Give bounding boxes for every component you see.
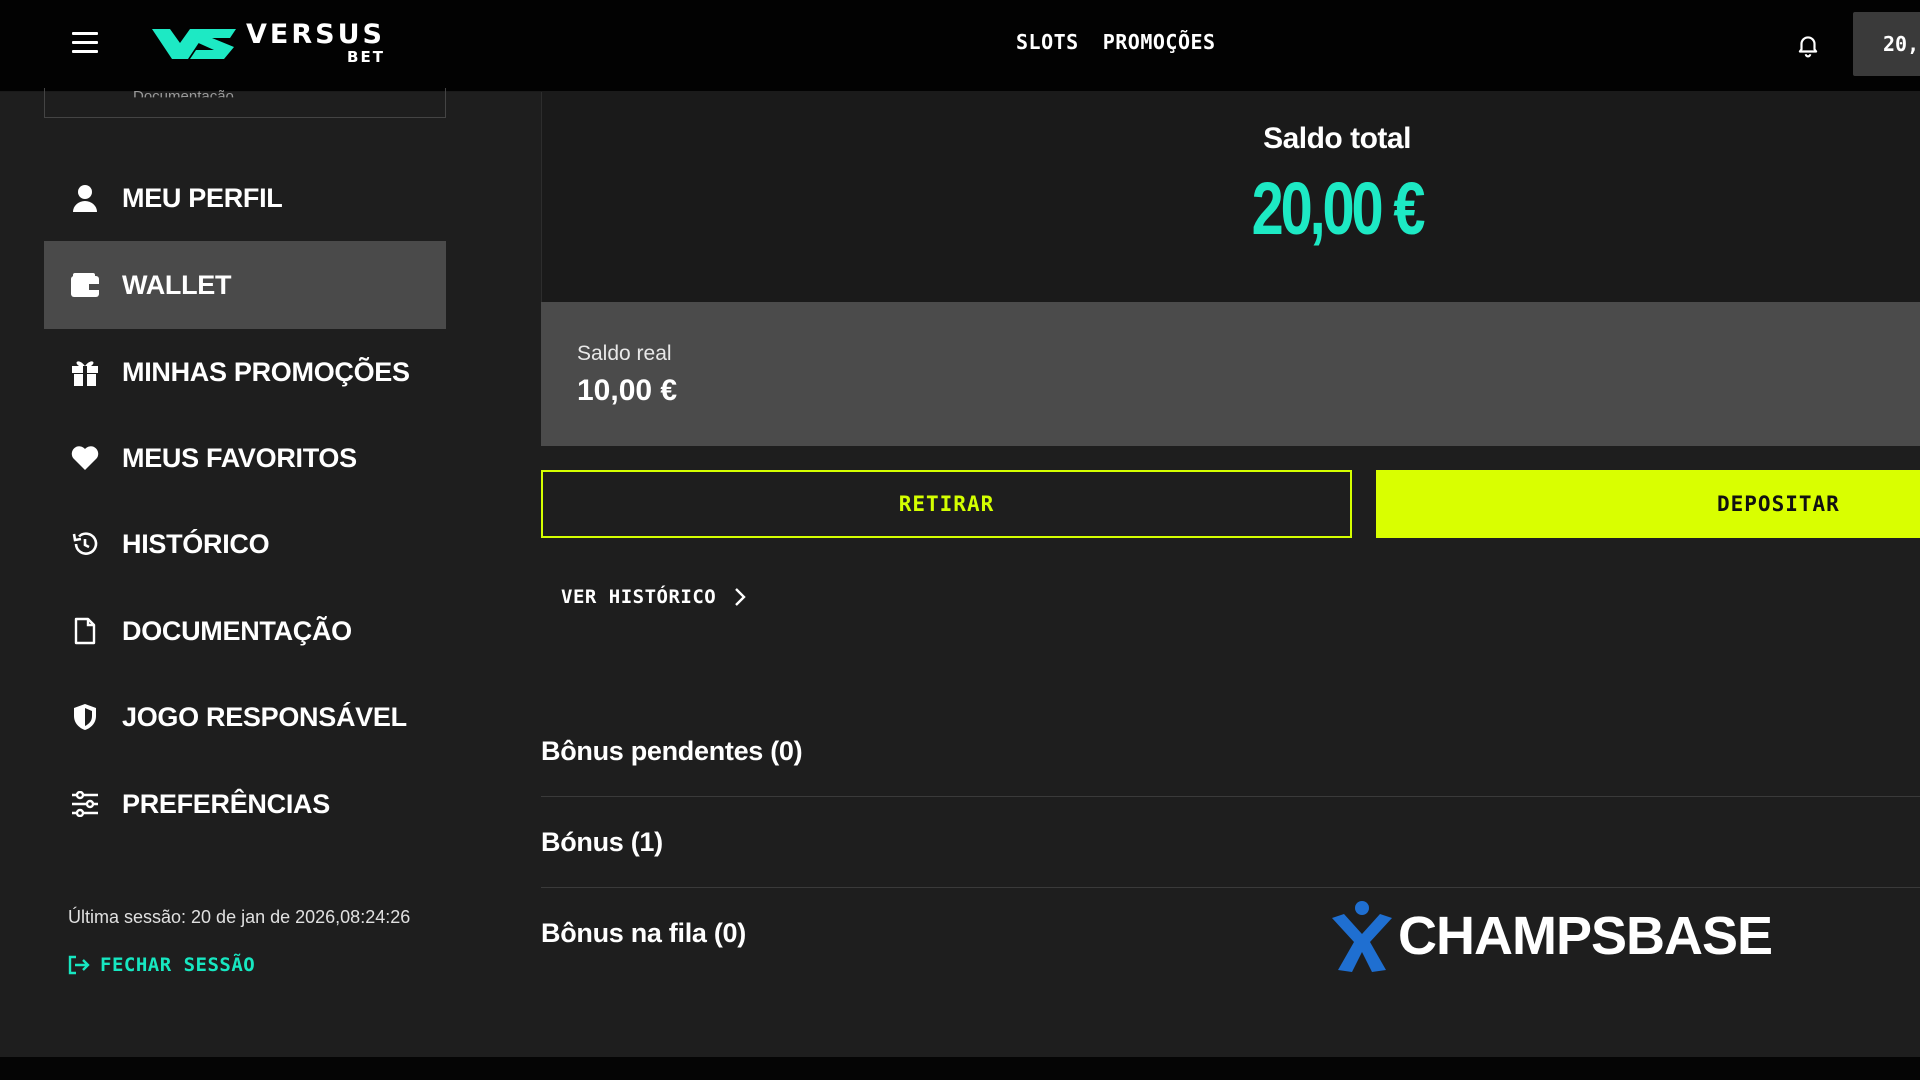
nav-slots[interactable]: SLOTS [1016, 30, 1079, 54]
nav-promocoes[interactable]: PROMOÇÕES [1103, 30, 1216, 54]
bonus-row-label: Bónus (1) [541, 827, 663, 857]
sidebar-item-documentacao[interactable]: DOCUMENTAÇÃO [44, 587, 446, 675]
versus-bet-logo[interactable]: VERSUS BET [150, 20, 385, 66]
bonus-row-pending[interactable]: Bônus pendentes (0) [541, 706, 1920, 797]
sidebar-top-card: Documentação [44, 88, 446, 118]
view-history-link[interactable]: VER HISTÓRICO [561, 586, 746, 608]
sidebar-item-meu-perfil[interactable]: MEU PERFIL [44, 154, 446, 242]
sidebar-item-preferencias[interactable]: PREFERÊNCIAS [44, 760, 446, 848]
document-icon [70, 616, 100, 646]
account-sidebar: Documentação MEU PERFIL WALLET MINHAS PR… [0, 88, 495, 1057]
sidebar-item-label: MEU PERFIL [122, 182, 283, 213]
wallet-icon [70, 270, 100, 300]
history-icon [70, 529, 100, 559]
sliders-icon [70, 789, 100, 819]
total-balance-value: 20,00 € [1251, 167, 1426, 250]
withdraw-button[interactable]: RETIRAR [541, 470, 1352, 538]
bonus-row-label: Bônus pendentes (0) [541, 736, 803, 766]
real-balance-label: Saldo real [577, 342, 672, 365]
sidebar-item-label: WALLET [122, 269, 232, 300]
sidebar-item-label: JOGO RESPONSÁVEL [122, 701, 407, 732]
sidebar-item-minhas-promocoes[interactable]: MINHAS PROMOÇÕES [44, 328, 446, 416]
sidebar-item-historico[interactable]: HISTÓRICO [44, 500, 446, 588]
versus-logo-mark-icon [152, 29, 236, 59]
user-icon [70, 183, 100, 213]
heart-icon [70, 443, 100, 473]
champsbase-logo-icon [1332, 901, 1392, 972]
last-session-text: Última sessão: 20 de jan de 2026,08:24:2… [68, 907, 411, 927]
logout-icon [68, 955, 90, 975]
deposit-button[interactable]: DEPOSITAR [1376, 470, 1920, 538]
bottom-strip [0, 1057, 1920, 1080]
balance-button[interactable]: 20, [1853, 12, 1920, 76]
bell-icon[interactable] [1795, 32, 1821, 58]
sidebar-item-label: DOCUMENTAÇÃO [122, 615, 352, 646]
watermark-text: CHAMPSBASE [1398, 906, 1773, 966]
sidebar-item-meus-favoritos[interactable]: MEUS FAVORITOS [44, 414, 446, 502]
sidebar-item-label: MEUS FAVORITOS [122, 442, 357, 473]
sidebar-item-label: PREFERÊNCIAS [122, 788, 330, 819]
sidebar-item-label: HISTÓRICO [122, 528, 270, 559]
sidebar-item-jogo-responsavel[interactable]: JOGO RESPONSÁVEL [44, 673, 446, 761]
total-balance-label: Saldo total [1263, 122, 1411, 155]
shield-icon [70, 702, 100, 732]
bonus-row-active[interactable]: Bónus (1) [541, 797, 1920, 888]
logo-subtext: BET [347, 48, 385, 66]
real-balance-card: Saldo real 10,00 € [541, 302, 1920, 446]
menu-icon[interactable] [72, 32, 98, 54]
withdraw-button-label: RETIRAR [898, 492, 995, 516]
chevron-right-icon [735, 588, 746, 606]
top-bar: VERSUS BET SLOTS PROMOÇÕES 20, [0, 0, 1920, 92]
gift-icon [70, 357, 100, 387]
bonus-row-label: Bônus na fila (0) [541, 918, 746, 948]
sidebar-item-wallet[interactable]: WALLET [44, 241, 446, 329]
logo-wordmark: VERSUS [246, 19, 385, 50]
real-balance-value: 10,00 € [577, 374, 678, 407]
sidebar-item-label: MINHAS PROMOÇÕES [122, 356, 410, 387]
logout-label: FECHAR SESSÃO [100, 954, 256, 976]
top-navigation: SLOTS PROMOÇÕES [1016, 30, 1216, 54]
logout-button[interactable]: FECHAR SESSÃO [68, 954, 255, 976]
deposit-button-label: DEPOSITAR [1717, 492, 1840, 516]
champsbase-watermark: CHAMPSBASE [1330, 900, 1773, 972]
total-balance-card: Saldo total 20,00 € [541, 92, 1920, 302]
sidebar-top-card-text: Documentação [133, 88, 234, 105]
view-history-label: VER HISTÓRICO [561, 586, 717, 608]
